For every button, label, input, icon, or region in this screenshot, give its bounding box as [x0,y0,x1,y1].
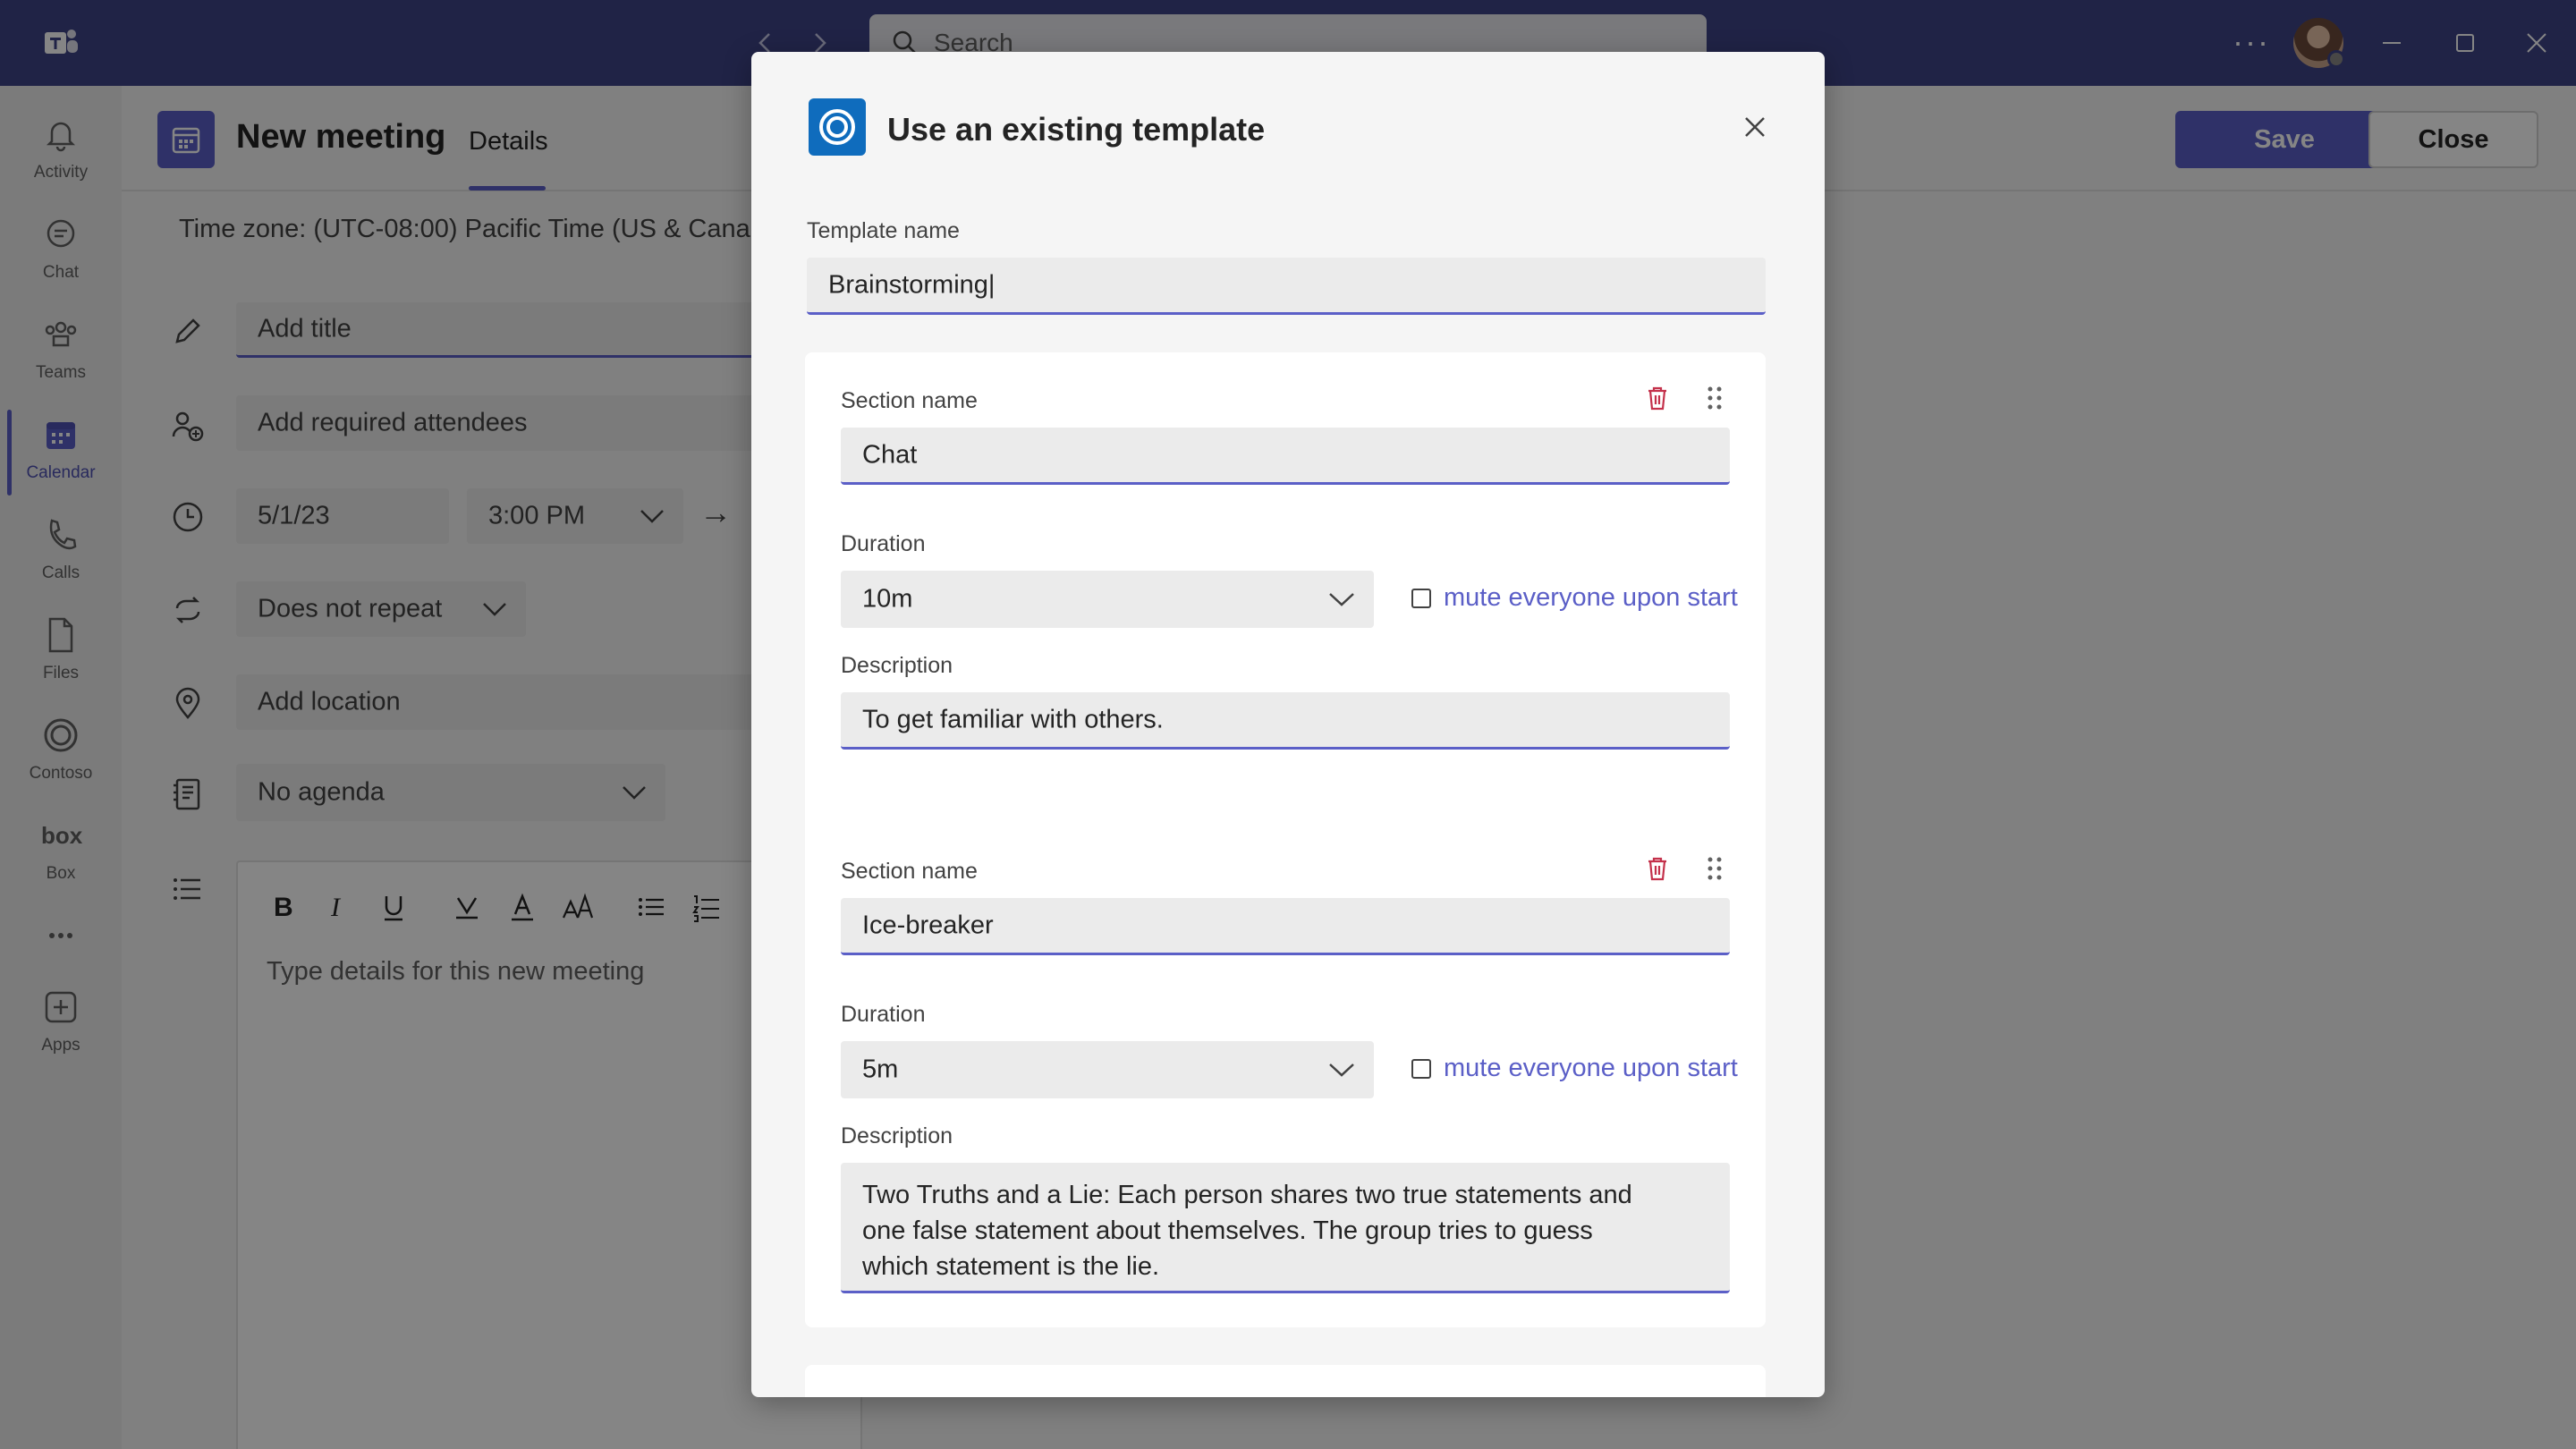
duration-label: Duration [841,1002,926,1027]
section-name-value: Ice-breaker [862,911,994,939]
template-dialog: Use an existing template Template name B… [751,52,1825,1397]
section-name-value: Chat [862,440,918,469]
trash-icon[interactable] [1642,853,1673,884]
duration-dropdown[interactable]: 10m [841,571,1374,628]
description-label: Description [841,653,953,678]
section-name-input[interactable]: Chat [841,428,1730,485]
description-value: To get familiar with others. [862,705,1164,733]
section-name-label: Section name [841,859,978,884]
drag-handle-icon[interactable] [1699,383,1730,413]
mute-checkbox[interactable] [1411,1059,1431,1079]
duration-label: Duration [841,531,926,556]
template-name-value: Brainstorming| [828,270,996,299]
description-value: Two Truths and a Lie: Each person shares… [862,1181,1632,1281]
description-input[interactable]: Two Truths and a Lie: Each person shares… [841,1163,1730,1293]
description-input[interactable]: To get familiar with others. [841,692,1730,750]
template-name-label: Template name [807,218,960,243]
drag-handle-icon[interactable] [1699,853,1730,884]
template-app-icon [809,98,866,156]
dialog-title: Use an existing template [887,111,1266,148]
section-name-input[interactable]: Ice-breaker [841,898,1730,955]
section-card [805,1365,1766,1397]
chevron-down-icon [1329,1063,1354,1077]
mute-label[interactable]: mute everyone upon start [1444,583,1738,613]
section-card: Section name Chat Duration 10m mute ever… [805,352,1766,837]
description-label: Description [841,1123,953,1148]
duration-dropdown[interactable]: 5m [841,1041,1374,1098]
section-card: Section name Ice-breaker Duration 5m mut… [805,823,1766,1327]
chevron-down-icon [1329,593,1354,606]
template-name-input[interactable]: Brainstorming| [807,258,1766,315]
mute-checkbox[interactable] [1411,589,1431,608]
duration-value: 10m [862,584,913,614]
trash-icon[interactable] [1642,383,1673,413]
close-icon[interactable] [1739,111,1771,143]
section-name-label: Section name [841,388,978,413]
mute-label[interactable]: mute everyone upon start [1444,1054,1738,1083]
duration-value: 5m [862,1055,899,1084]
